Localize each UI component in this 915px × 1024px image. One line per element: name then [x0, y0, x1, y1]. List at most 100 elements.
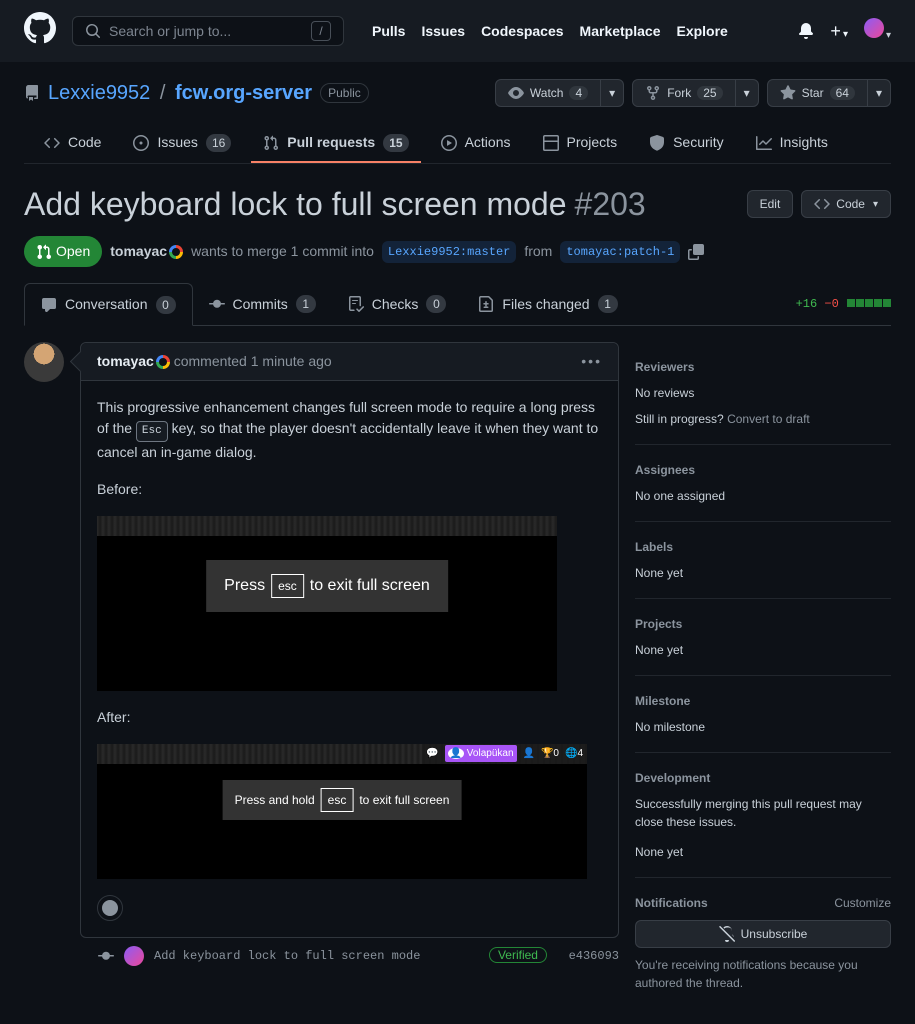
star-button[interactable]: Star 64: [767, 79, 868, 107]
nav-codespaces[interactable]: Codespaces: [481, 21, 563, 42]
verified-badge[interactable]: Verified: [489, 947, 547, 963]
sidebar: Reviewers No reviews Still in progress? …: [635, 342, 891, 1008]
header-right: +: [798, 18, 891, 45]
code-button[interactable]: Code: [801, 190, 891, 218]
tab-checks[interactable]: Checks0: [332, 284, 463, 325]
projects-section: Projects None yet: [635, 599, 891, 676]
smile-icon: [102, 900, 118, 916]
comment-author[interactable]: tomayac: [97, 353, 154, 369]
bell-slash-icon: [719, 926, 735, 942]
user-menu[interactable]: [864, 18, 891, 44]
project-icon: [543, 135, 559, 151]
commenter-avatar[interactable]: [24, 342, 64, 382]
user-avatar: [864, 18, 884, 38]
search-input[interactable]: Search or jump to... /: [72, 16, 344, 46]
tab-code[interactable]: Code: [32, 124, 113, 163]
repo-link[interactable]: fcw.org-server: [175, 82, 312, 104]
commit-message[interactable]: Add keyboard lock to full screen mode: [154, 947, 420, 965]
code-icon: [44, 135, 60, 151]
screenshot-before[interactable]: Press esc to exit full screen: [97, 516, 557, 691]
nav-explore[interactable]: Explore: [676, 21, 727, 42]
comment-icon: [41, 297, 57, 313]
owner-link[interactable]: Lexxie9952: [48, 82, 150, 104]
pr-meta: Open tomayac wants to merge 1 commit int…: [24, 236, 891, 267]
assignees-section: Assignees No one assigned: [635, 445, 891, 522]
tab-insights[interactable]: Insights: [744, 124, 840, 163]
main-layout: tomayac commented 1 minute ago ••• This …: [24, 342, 891, 1008]
chat-icon: 💬: [426, 746, 438, 761]
create-new-menu[interactable]: +: [830, 18, 848, 45]
comment-box: tomayac commented 1 minute ago ••• This …: [80, 342, 619, 938]
base-branch[interactable]: Lexxie9952:master: [382, 241, 516, 263]
slash-key-hint: /: [311, 21, 331, 41]
state-badge: Open: [24, 236, 102, 267]
unsubscribe-button[interactable]: Unsubscribe: [635, 920, 891, 948]
tab-commits[interactable]: Commits1: [193, 284, 332, 325]
tab-files[interactable]: Files changed1: [462, 284, 633, 325]
development-section: Development Successfully merging this pu…: [635, 753, 891, 878]
customize-link[interactable]: Customize: [834, 894, 891, 912]
pr-title-actions: Edit Code: [747, 190, 891, 218]
edit-button[interactable]: Edit: [747, 190, 794, 218]
comment-time[interactable]: 1 minute ago: [251, 353, 332, 369]
global-header: Search or jump to... / Pulls Issues Code…: [0, 0, 915, 62]
after-label: After:: [97, 707, 602, 728]
pr-icon: [263, 135, 279, 151]
search-icon: [85, 23, 101, 39]
before-label: Before:: [97, 479, 602, 500]
commit-row: Add keyboard lock to full screen mode Ve…: [98, 938, 619, 974]
repo-breadcrumb: Lexxie9952 / fcw.org-server: [48, 78, 312, 108]
google-badge-icon: [156, 355, 170, 369]
tab-conversation[interactable]: Conversation0: [24, 283, 193, 326]
repo-header: Lexxie9952 / fcw.org-server Public Watch…: [0, 62, 915, 164]
issue-icon: [133, 135, 149, 151]
watch-menu[interactable]: ▾: [601, 79, 624, 107]
watch-button[interactable]: Watch 4: [495, 79, 601, 107]
avatar-col: [24, 342, 64, 974]
pr-author[interactable]: tomayac: [110, 243, 167, 259]
repo-title-row: Lexxie9952 / fcw.org-server Public Watch…: [24, 78, 891, 108]
milestone-section: Milestone No milestone: [635, 676, 891, 753]
pr-title-row: Add keyboard lock to full screen mode#20…: [24, 180, 891, 228]
graph-icon: [756, 135, 772, 151]
fork-menu[interactable]: ▾: [736, 79, 759, 107]
tab-security[interactable]: Security: [637, 124, 736, 163]
pr-title: Add keyboard lock to full screen mode#20…: [24, 180, 646, 228]
pr-content: Add keyboard lock to full screen mode#20…: [0, 164, 915, 1024]
add-reaction-button[interactable]: [97, 895, 123, 921]
visibility-badge: Public: [320, 83, 369, 103]
notifications-section: NotificationsCustomize Unsubscribe You'r…: [635, 878, 891, 1008]
notifications-icon[interactable]: [798, 23, 814, 39]
comment-body: This progressive enhancement changes ful…: [81, 381, 618, 937]
global-nav: Pulls Issues Codespaces Marketplace Expl…: [372, 21, 728, 42]
fork-button[interactable]: Fork 25: [632, 79, 735, 107]
star-menu[interactable]: ▾: [868, 79, 891, 107]
tab-actions[interactable]: Actions: [429, 124, 523, 163]
tab-pulls[interactable]: Pull requests15: [251, 124, 420, 163]
github-logo[interactable]: [24, 12, 56, 50]
commit-icon: [209, 296, 225, 312]
code-icon: [814, 196, 830, 212]
nav-issues[interactable]: Issues: [421, 21, 465, 42]
diffstat: +16 −0: [796, 295, 891, 313]
play-icon: [441, 135, 457, 151]
repo-tabs: Code Issues16 Pull requests15 Actions Pr…: [24, 124, 891, 164]
head-branch[interactable]: tomayac:patch-1: [560, 241, 680, 263]
comment-menu[interactable]: •••: [581, 351, 602, 372]
screenshot-after[interactable]: 💬 👤 Volapükan 👤 🏆0 🌐4 Press and hold esc: [97, 744, 587, 879]
fork-icon: [645, 85, 661, 101]
commit-author-avatar[interactable]: [124, 946, 144, 966]
commit-sha[interactable]: e436093: [569, 949, 619, 963]
shield-icon: [649, 135, 665, 151]
eye-icon: [508, 85, 524, 101]
copy-icon[interactable]: [688, 244, 704, 260]
tab-issues[interactable]: Issues16: [121, 124, 243, 163]
nav-marketplace[interactable]: Marketplace: [580, 21, 661, 42]
convert-draft-link[interactable]: Convert to draft: [727, 412, 810, 426]
pr-tabs: Conversation0 Commits1 Checks0 Files cha…: [24, 283, 891, 326]
tab-projects[interactable]: Projects: [531, 124, 630, 163]
labels-section: Labels None yet: [635, 522, 891, 599]
file-diff-icon: [478, 296, 494, 312]
nav-pulls[interactable]: Pulls: [372, 21, 405, 42]
timeline: tomayac commented 1 minute ago ••• This …: [24, 342, 619, 974]
